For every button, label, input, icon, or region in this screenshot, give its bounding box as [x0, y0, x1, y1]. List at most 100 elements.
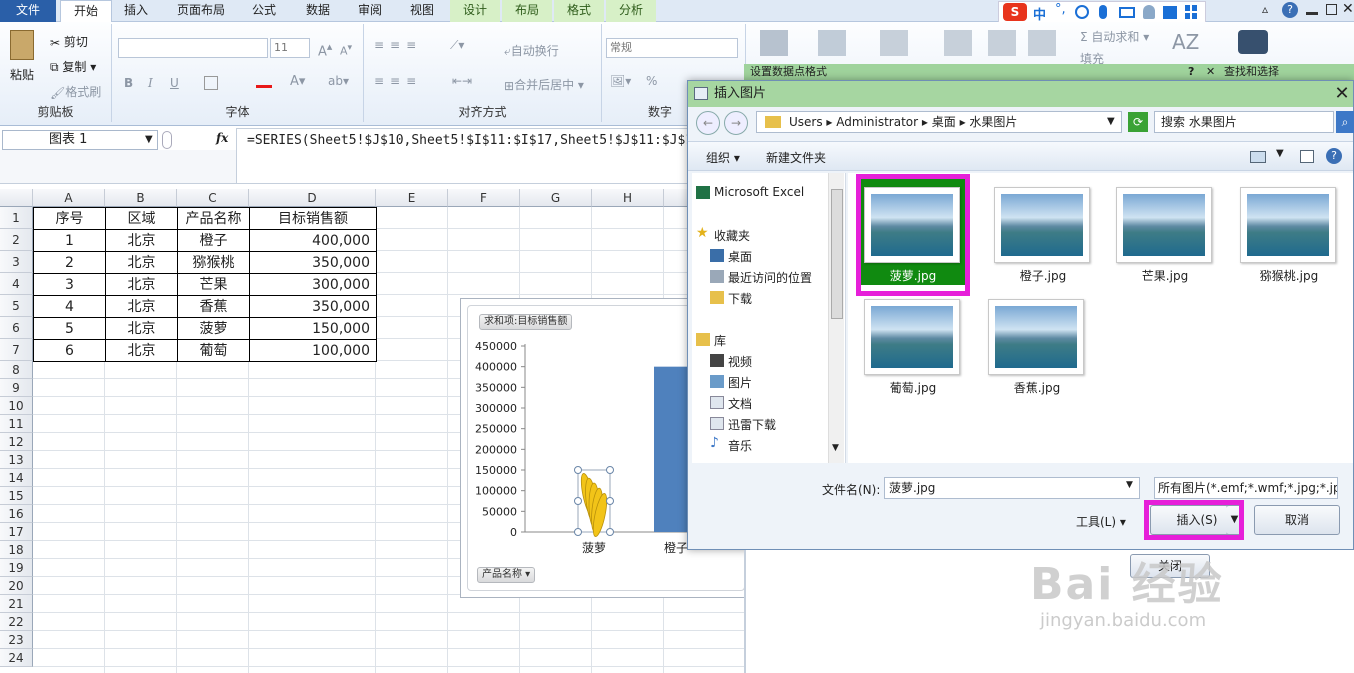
- value-field-button[interactable]: 求和项:目标销售额: [479, 314, 573, 330]
- row-header[interactable]: 6: [0, 317, 33, 339]
- tab-view[interactable]: 视图: [402, 0, 442, 22]
- table-cell[interactable]: 150,000: [249, 317, 377, 340]
- tab-review[interactable]: 审阅: [350, 0, 390, 22]
- phonetic-icon[interactable]: ab▾: [328, 74, 349, 88]
- currency-icon[interactable]: 🖼▾: [610, 74, 631, 88]
- table-cell[interactable]: 1: [33, 229, 106, 252]
- row-header[interactable]: 23: [0, 631, 33, 649]
- keyboard-icon[interactable]: [1119, 7, 1135, 18]
- table-cell[interactable]: 100,000: [249, 339, 377, 362]
- indent-icons[interactable]: ⇤⇥: [452, 74, 472, 88]
- row-header[interactable]: 14: [0, 469, 33, 487]
- tab-home[interactable]: 开始: [60, 0, 112, 23]
- tab-page-layout[interactable]: 页面布局: [168, 0, 234, 22]
- format-cells-icon[interactable]: [1028, 30, 1056, 56]
- fill-color-icon[interactable]: [256, 76, 272, 88]
- nav-music[interactable]: ♪ 音乐: [710, 435, 752, 454]
- pane-close-icon[interactable]: ✕: [1206, 64, 1215, 80]
- row-header[interactable]: 24: [0, 649, 33, 667]
- conditional-format-icon[interactable]: [760, 30, 788, 56]
- skin-shirt-icon[interactable]: [1163, 6, 1177, 19]
- file-item[interactable]: 橙子.jpg: [988, 179, 1098, 289]
- font-color-icon[interactable]: A▾: [290, 74, 305, 89]
- file-type-filter[interactable]: 所有图片(*.emf;*.wmf;*.jpg;*.jp: [1154, 477, 1338, 499]
- table-cell[interactable]: 猕猴桃: [177, 251, 250, 274]
- font-size-combo[interactable]: 11: [270, 38, 310, 58]
- forward-icon[interactable]: →: [724, 111, 748, 135]
- table-header-cell[interactable]: 区域: [105, 207, 178, 230]
- wrap-text-button[interactable]: ⤶自动换行: [504, 42, 559, 59]
- copy-button[interactable]: ⧉ 复制 ▾: [50, 58, 96, 75]
- tab-chart-layout[interactable]: 布局: [502, 0, 552, 22]
- new-folder-button[interactable]: 新建文件夹: [766, 149, 826, 166]
- table-cell[interactable]: 350,000: [249, 295, 377, 318]
- underline-button[interactable]: U: [170, 76, 179, 90]
- orientation-icon[interactable]: ⟋▾: [450, 38, 464, 53]
- row-header[interactable]: 22: [0, 613, 33, 631]
- row-header[interactable]: 9: [0, 379, 33, 397]
- axis-field-button[interactable]: 产品名称 ▾: [477, 567, 536, 583]
- font-name-combo[interactable]: [118, 38, 268, 58]
- table-cell[interactable]: 300,000: [249, 273, 377, 296]
- row-header[interactable]: 4: [0, 273, 33, 295]
- tab-pivot-analyze[interactable]: 分析: [606, 0, 656, 22]
- row-header[interactable]: 2: [0, 229, 33, 251]
- table-cell[interactable]: 北京: [105, 251, 178, 274]
- file-item[interactable]: 香蕉.jpg: [988, 299, 1098, 409]
- tab-chart-format[interactable]: 格式: [554, 0, 604, 22]
- file-item[interactable]: 猕猴桃.jpg: [1234, 179, 1344, 289]
- table-header-cell[interactable]: 目标销售额: [249, 207, 377, 230]
- selection-handle[interactable]: [574, 466, 582, 474]
- column-header[interactable]: D: [249, 189, 376, 207]
- row-header[interactable]: 7: [0, 339, 33, 361]
- table-cell[interactable]: 北京: [105, 317, 178, 340]
- ime-chinese-mode[interactable]: 中: [1033, 4, 1046, 23]
- nav-documents[interactable]: 文档: [710, 395, 752, 412]
- nav-videos[interactable]: 视频: [710, 353, 752, 370]
- organize-button[interactable]: 组织 ▾: [706, 149, 740, 166]
- nav-libraries[interactable]: 库: [696, 332, 726, 349]
- nav-pictures[interactable]: 图片: [710, 374, 752, 391]
- row-header[interactable]: 17: [0, 523, 33, 541]
- binoculars-icon[interactable]: [1238, 30, 1268, 54]
- ribbon-minimize-icon[interactable]: ▵: [1262, 2, 1268, 16]
- close-window-icon[interactable]: ✕: [1342, 1, 1354, 17]
- table-cell[interactable]: 芒果: [177, 273, 250, 296]
- insert-function-icon[interactable]: fx: [216, 131, 228, 145]
- dialog-help-icon[interactable]: ?: [1326, 148, 1342, 164]
- table-cell[interactable]: 北京: [105, 295, 178, 318]
- insert-cells-icon[interactable]: [944, 30, 972, 56]
- punctuation-icon[interactable]: °,: [1055, 2, 1066, 17]
- selection-handle[interactable]: [606, 466, 614, 474]
- row-header[interactable]: 12: [0, 433, 33, 451]
- row-header[interactable]: 16: [0, 505, 33, 523]
- microphone-icon[interactable]: [1099, 5, 1107, 19]
- tools-button[interactable]: 工具(L) ▾: [1076, 513, 1126, 530]
- view-dropdown-icon[interactable]: ▼: [1276, 148, 1284, 159]
- table-cell[interactable]: 橙子: [177, 229, 250, 252]
- selection-handle[interactable]: [574, 497, 582, 505]
- column-header[interactable]: B: [105, 189, 177, 207]
- column-header[interactable]: A: [33, 189, 105, 207]
- emoji-icon[interactable]: [1075, 5, 1089, 19]
- cell-styles-icon[interactable]: [880, 30, 908, 56]
- breadcrumb-fruit-pictures[interactable]: 水果图片: [969, 115, 1017, 129]
- paste-icon[interactable]: [10, 30, 34, 60]
- percent-button[interactable]: %: [646, 74, 657, 88]
- dialog-close-button[interactable]: ✕: [1333, 84, 1351, 104]
- filename-dropdown-icon[interactable]: ▼: [1126, 480, 1133, 490]
- column-header[interactable]: G: [520, 189, 592, 207]
- search-icon[interactable]: ⌕: [1336, 111, 1354, 133]
- table-cell[interactable]: 3: [33, 273, 106, 296]
- search-input[interactable]: 搜索 水果图片: [1154, 111, 1334, 133]
- delete-cells-icon[interactable]: [988, 30, 1016, 56]
- borders-icon[interactable]: [204, 76, 218, 90]
- row-header[interactable]: 3: [0, 251, 33, 273]
- nav-scrollbar[interactable]: ▼: [828, 173, 844, 463]
- paste-button[interactable]: 粘贴: [10, 66, 34, 83]
- row-header[interactable]: 5: [0, 295, 33, 317]
- table-cell[interactable]: 5: [33, 317, 106, 340]
- breadcrumb-administrator[interactable]: Administrator: [836, 115, 918, 129]
- column-header[interactable]: H: [592, 189, 664, 207]
- selection-handle[interactable]: [606, 497, 614, 505]
